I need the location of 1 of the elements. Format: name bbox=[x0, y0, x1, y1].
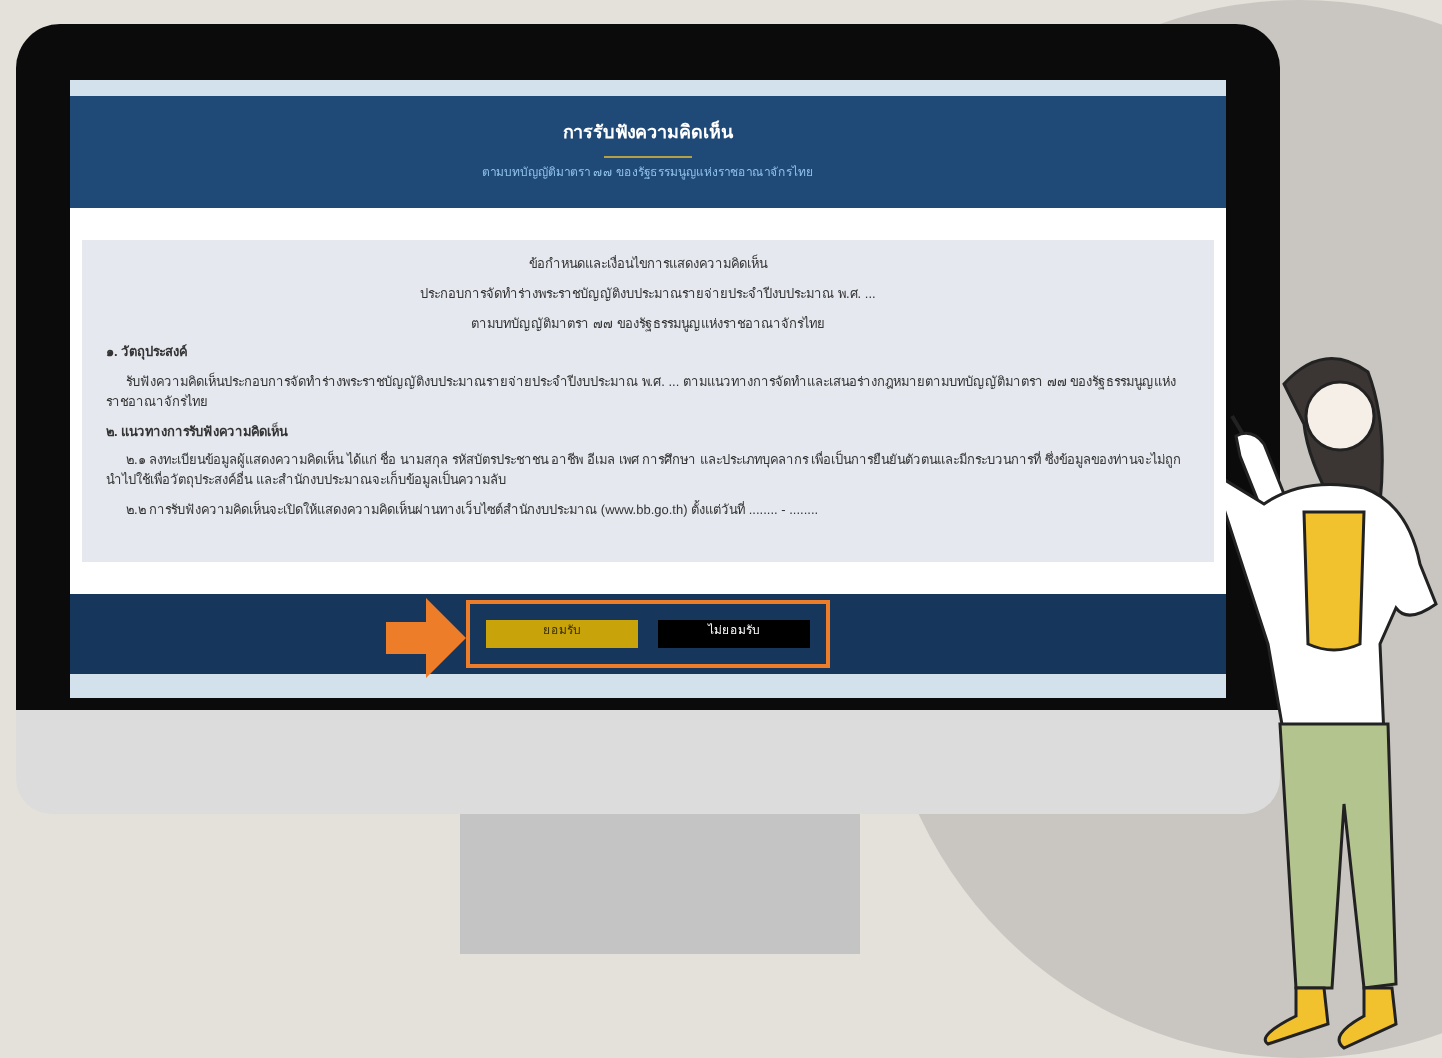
banner-title: การรับฟังความคิดเห็น bbox=[563, 120, 733, 147]
